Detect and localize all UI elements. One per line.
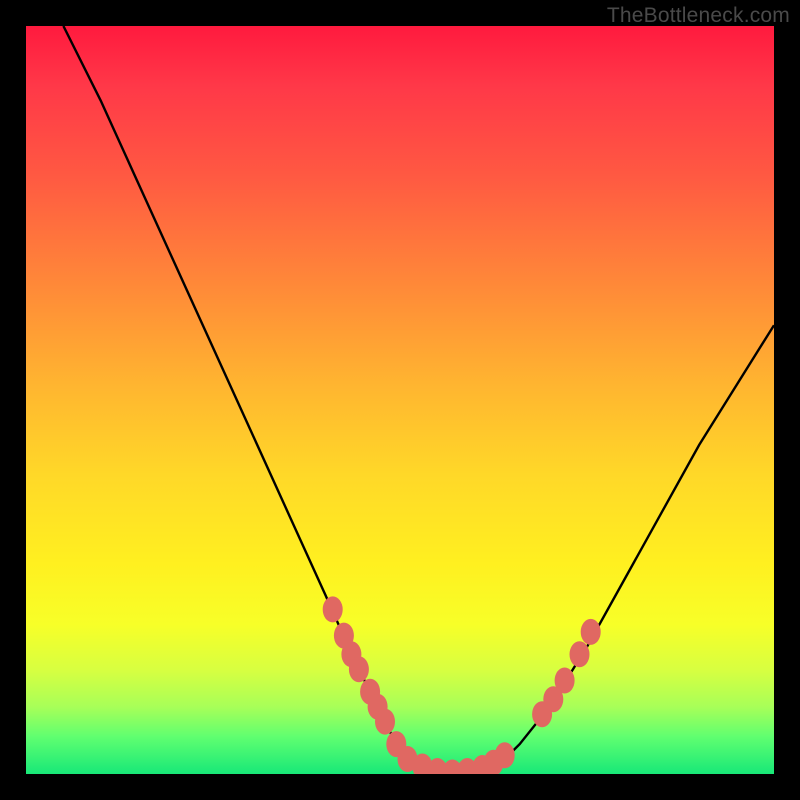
curve-marker: [323, 596, 343, 622]
curve-marker: [570, 641, 590, 667]
curve-marker: [495, 742, 515, 768]
curve-marker: [349, 656, 369, 682]
curve-markers: [323, 596, 601, 774]
plot-area: [26, 26, 774, 774]
curve-marker: [375, 709, 395, 735]
curve-marker: [581, 619, 601, 645]
curve-marker: [555, 668, 575, 694]
watermark-label: TheBottleneck.com: [607, 4, 790, 28]
curve-path: [63, 26, 774, 774]
bottleneck-curve-svg: [26, 26, 774, 774]
chart-frame: TheBottleneck.com: [0, 0, 800, 800]
